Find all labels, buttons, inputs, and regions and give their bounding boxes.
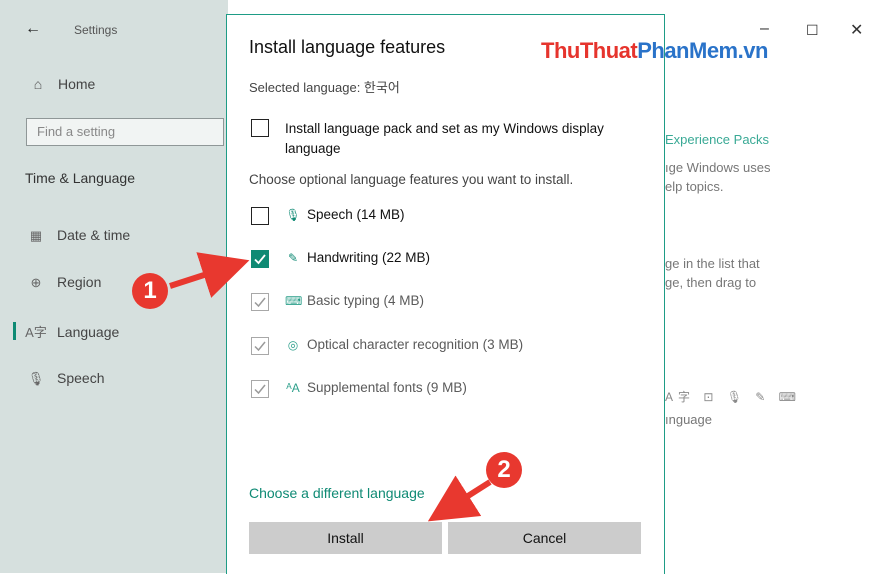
annotation-badge-2: 2 xyxy=(486,452,522,488)
annotation-arrow-2 xyxy=(427,475,492,522)
annotation-badge-1: 1 xyxy=(132,273,168,309)
annotation-arrows xyxy=(169,252,492,522)
annotation-arrow-1 xyxy=(169,252,250,298)
